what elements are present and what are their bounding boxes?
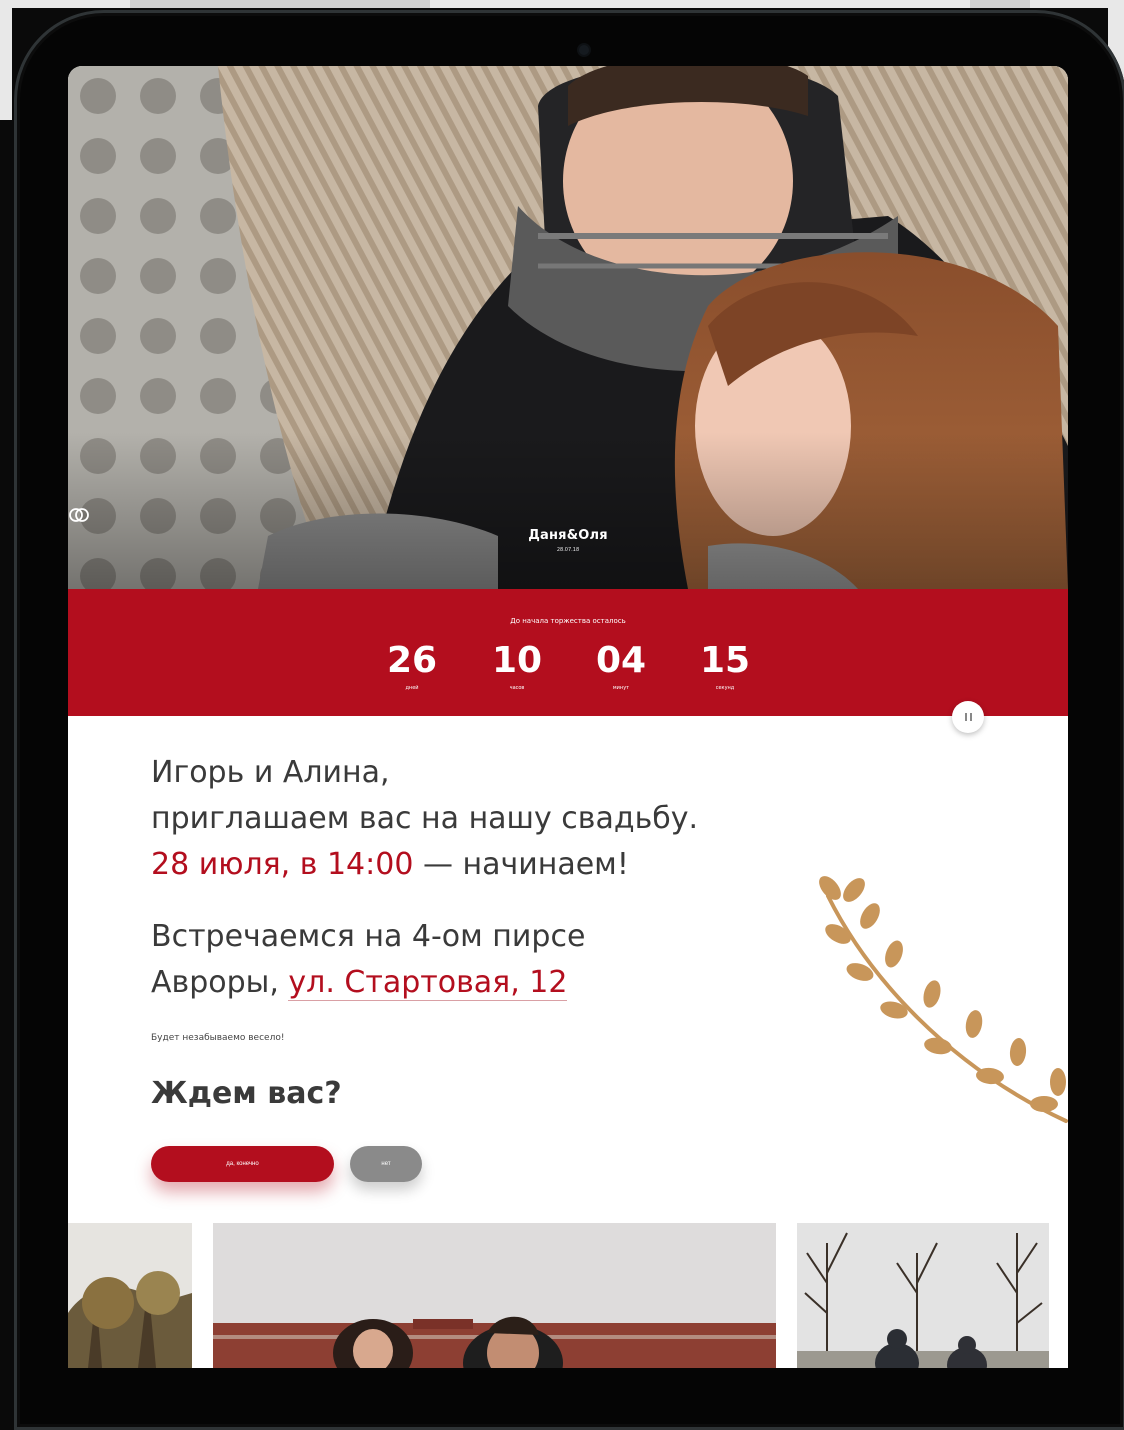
venue-line-2: Авроры, ул. Стартовая, 12 xyxy=(151,960,585,1006)
couple-names: Даня&Оля xyxy=(528,528,608,543)
gallery-photo-1[interactable] xyxy=(68,1223,192,1368)
backdrop-shade xyxy=(130,0,430,8)
countdown-label: минут xyxy=(612,685,630,691)
backdrop-shade xyxy=(970,0,1030,8)
guest-names: Игорь и Алина, xyxy=(151,755,390,790)
countdown-banner: До начала торжества осталось 26 дней 10 … xyxy=(68,589,1068,716)
countdown-days: 26 дней xyxy=(372,640,452,692)
gallery-photo-2[interactable] xyxy=(213,1223,776,1368)
venue-text: Встречаемся на 4-ом пирсе Авроры, ул. Ст… xyxy=(151,914,585,1006)
backdrop-left xyxy=(0,0,12,120)
countdown-caption: До начала торжества осталось xyxy=(510,617,626,625)
gallery-photo-image xyxy=(213,1223,776,1368)
gallery-photo-image xyxy=(68,1223,192,1368)
invite-line: приглашаем вас на нашу свадьбу. xyxy=(151,801,699,836)
countdown-seconds: 15 секунд xyxy=(685,640,765,692)
event-datetime: 28 июля, в 14:00 xyxy=(151,847,414,882)
gallery-photo-3[interactable] xyxy=(797,1223,1049,1368)
venue-name: Авроры, xyxy=(151,965,289,1000)
rsvp-no-button[interactable]: нет xyxy=(350,1146,422,1182)
hero-photo: Даня&Оля 28.07.18 xyxy=(68,66,1068,589)
datetime-line: 28 июля, в 14:00 — начинаем! xyxy=(151,842,698,888)
countdown-hours: 10 часов xyxy=(477,640,557,692)
countdown-value: 04 xyxy=(595,640,647,681)
rings-icon xyxy=(69,508,89,522)
couple-brand: Даня&Оля 28.07.18 xyxy=(68,506,1068,553)
pause-icon xyxy=(969,713,972,721)
countdown-value: 15 xyxy=(699,640,751,681)
venue-line: Встречаемся на 4-ом пирсе xyxy=(151,919,586,954)
countdown-label: часов xyxy=(509,685,525,691)
rsvp-question: Ждем вас? xyxy=(151,1076,342,1111)
countdown-value: 26 xyxy=(386,640,438,681)
pause-music-button[interactable] xyxy=(952,701,984,733)
branch-decoration xyxy=(819,876,1068,1123)
pause-icon xyxy=(964,713,967,721)
invitation-text: Игорь и Алина, приглашаем вас на нашу св… xyxy=(151,750,698,888)
fun-note: Будет незабываемо весело! xyxy=(151,1033,285,1043)
gallery-photo-image xyxy=(797,1223,1049,1368)
backdrop-top xyxy=(0,0,1124,8)
countdown-label: дней xyxy=(405,685,419,691)
countdown-value: 10 xyxy=(491,640,543,681)
address-link[interactable]: ул. Стартовая, 12 xyxy=(288,965,568,1001)
rsvp-yes-button[interactable]: да, конечно xyxy=(151,1146,334,1182)
start-text: — начинаем! xyxy=(413,847,629,882)
camera xyxy=(579,45,589,55)
wedding-invitation-page: Даня&Оля 28.07.18 До начала торжества ос… xyxy=(68,66,1068,1368)
countdown-label: секунд xyxy=(715,685,735,691)
wedding-date: 28.07.18 xyxy=(556,547,580,553)
countdown-minutes: 04 минут xyxy=(581,640,661,692)
